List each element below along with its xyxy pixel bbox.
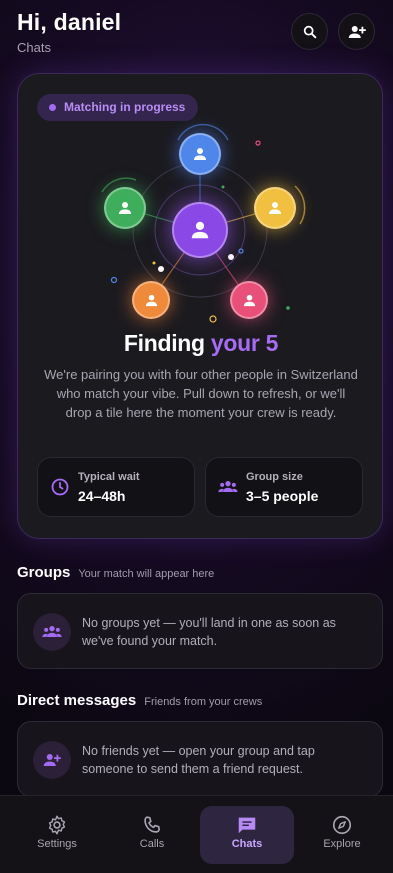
- person-icon: [194, 148, 206, 160]
- add-friend-button[interactable]: [338, 13, 375, 50]
- phone-icon: [144, 816, 160, 833]
- person-add-icon: [43, 754, 61, 766]
- person-add-icon: [348, 25, 366, 38]
- matching-description: We're pairing you with four other people…: [44, 367, 358, 420]
- nav-label: Calls: [139, 838, 165, 850]
- person-icon: [191, 221, 209, 239]
- nav-explore[interactable]: Explore: [295, 806, 389, 864]
- matching-title-accent: your 5: [210, 330, 279, 356]
- groups-subtitle: Your match will appear here: [78, 568, 215, 580]
- dm-title: Direct messages: [17, 692, 137, 709]
- member-avatar-left: [104, 187, 146, 229]
- dm-empty-text: No friends yet — open your group and tap…: [82, 744, 315, 776]
- search-button[interactable]: [291, 13, 328, 50]
- nav-label: Explore: [323, 838, 361, 850]
- clock-icon: [51, 478, 69, 496]
- dm-section-header: Direct messages Friends from your crews: [17, 692, 262, 709]
- person-icon: [119, 202, 131, 214]
- person-icon: [145, 294, 157, 306]
- bottom-navigation: Settings Calls Chats Explore: [0, 795, 393, 873]
- member-avatar-bottom-left: [132, 281, 170, 319]
- member-avatar-center: [172, 202, 228, 258]
- person-icon: [243, 294, 255, 306]
- group-icon: [42, 626, 62, 637]
- compass-icon: [332, 815, 352, 835]
- groups-empty-avatar: [33, 613, 71, 651]
- page-subtitle: Chats: [17, 40, 51, 55]
- nav-chats[interactable]: Chats: [200, 806, 294, 864]
- stat-value: 3–5 people: [246, 488, 319, 504]
- stat-label: Typical wait: [78, 471, 140, 483]
- nav-settings[interactable]: Settings: [10, 806, 104, 864]
- member-avatar-top: [179, 133, 221, 175]
- stat-group-size: Group size 3–5 people: [205, 457, 363, 517]
- group-icon: [218, 481, 238, 492]
- nav-label: Settings: [37, 838, 77, 850]
- stat-label: Group size: [246, 471, 303, 483]
- matching-title-prefix: Finding: [123, 330, 211, 356]
- header: Hi, daniel Chats: [17, 9, 381, 59]
- groups-title: Groups: [17, 564, 71, 581]
- member-avatar-right: [254, 187, 296, 229]
- person-icon: [269, 202, 281, 214]
- member-avatar-bottom-right: [230, 281, 268, 319]
- stat-typical-wait: Typical wait 24–48h: [37, 457, 195, 517]
- dm-subtitle: Friends from your crews: [144, 696, 263, 708]
- dm-empty-avatar: [33, 741, 71, 779]
- nav-label: Chats: [231, 838, 263, 850]
- matching-card: Matching in progress Finding your 5 We'r…: [17, 73, 383, 539]
- groups-empty-text: No groups yet — you'll land in one as so…: [82, 616, 336, 648]
- matching-title: Finding your 5: [18, 330, 384, 357]
- nav-calls[interactable]: Calls: [105, 806, 199, 864]
- dm-empty-state: No friends yet — open your group and tap…: [17, 721, 383, 797]
- groups-empty-state: No groups yet — you'll land in one as so…: [17, 593, 383, 669]
- chat-icon: [238, 817, 256, 834]
- stat-value: 24–48h: [78, 488, 126, 504]
- groups-section-header: Groups Your match will appear here: [17, 564, 214, 581]
- gear-icon: [48, 815, 66, 835]
- search-icon: [303, 25, 316, 38]
